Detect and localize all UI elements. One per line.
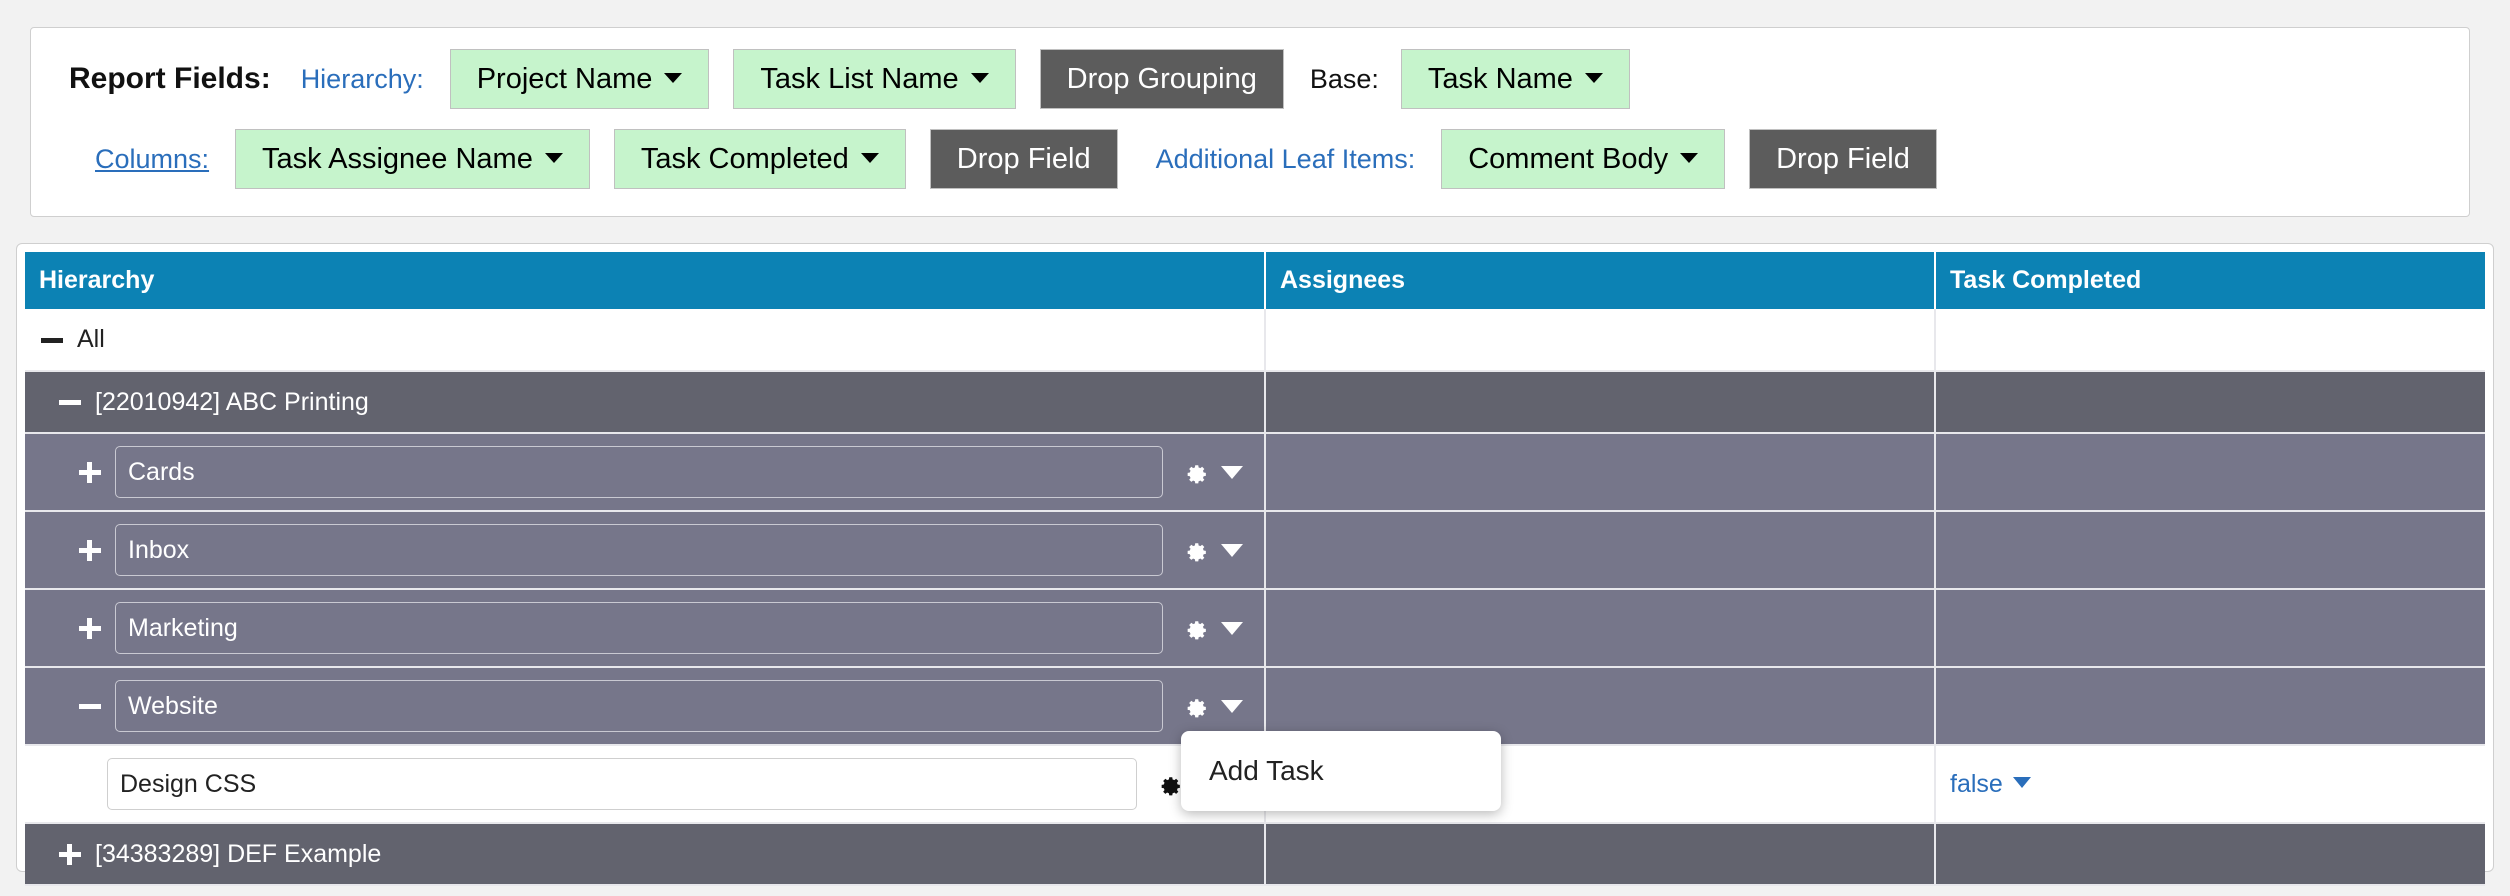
gear-icon xyxy=(1181,536,1209,564)
chevron-down-icon xyxy=(1221,700,1243,713)
chevron-down-icon xyxy=(1221,544,1243,557)
task-list-name-input-marketing[interactable] xyxy=(115,602,1163,654)
task-list-name-input-cards[interactable] xyxy=(115,446,1163,498)
task-completed-cell xyxy=(1935,823,2485,885)
task-completed-value: false xyxy=(1950,770,2003,798)
assignees-cell xyxy=(1265,511,1935,589)
task-completed-cell xyxy=(1935,433,2485,511)
table-row xyxy=(25,511,2485,589)
base-label: Base: xyxy=(1310,64,1379,95)
hierarchy-field-row: Report Fields: Hierarchy: Project Name T… xyxy=(31,36,2469,122)
hierarchy-pill-project-name[interactable]: Project Name xyxy=(450,49,710,109)
row-settings-menu-cards[interactable] xyxy=(1181,458,1243,486)
hierarchy-cell: [22010942] ABC Printing xyxy=(25,371,1265,433)
pill-label: Task Assignee Name xyxy=(262,143,533,175)
gear-icon xyxy=(1181,458,1209,486)
pill-label: Task List Name xyxy=(760,63,958,95)
assignees-cell xyxy=(1265,371,1935,433)
table-row: [22010942] ABC Printing xyxy=(25,371,2485,433)
expand-plus-icon[interactable] xyxy=(77,615,103,641)
column-header-task-completed[interactable]: Task Completed xyxy=(1935,252,2485,309)
hierarchy-cell xyxy=(25,745,1265,823)
report-fields-panel: Report Fields: Hierarchy: Project Name T… xyxy=(30,27,2470,217)
task-list-name-input-website[interactable] xyxy=(115,680,1163,732)
node-label-all: All xyxy=(77,325,105,354)
chevron-down-icon xyxy=(664,73,682,83)
columns-field-row: Columns: Task Assignee Name Task Complet… xyxy=(31,116,2469,202)
hierarchy-cell xyxy=(25,433,1265,511)
task-completed-cell xyxy=(1935,589,2485,667)
hierarchy-cell xyxy=(25,589,1265,667)
chevron-down-icon xyxy=(1680,153,1698,163)
pill-label: Task Completed xyxy=(641,143,849,175)
table-row xyxy=(25,433,2485,511)
task-completed-cell xyxy=(1935,371,2485,433)
column-pill-task-assignee-name[interactable]: Task Assignee Name xyxy=(235,129,590,189)
hierarchy-cell: All xyxy=(25,309,1265,371)
leaf-pill-comment-body[interactable]: Comment Body xyxy=(1441,129,1725,189)
hierarchy-cell xyxy=(25,511,1265,589)
pill-label: Project Name xyxy=(477,63,653,95)
column-header-assignees[interactable]: Assignees xyxy=(1265,252,1935,309)
node-label-project: [34383289] DEF Example xyxy=(95,840,381,869)
chevron-down-icon xyxy=(861,153,879,163)
page-title: Report Fields: xyxy=(69,62,271,96)
collapse-minus-icon[interactable] xyxy=(39,327,65,353)
collapse-minus-icon[interactable] xyxy=(77,693,103,719)
node-label-project: [22010942] ABC Printing xyxy=(95,388,369,417)
table-row: All xyxy=(25,309,2485,371)
assignees-cell xyxy=(1265,433,1935,511)
base-pill-task-name[interactable]: Task Name xyxy=(1401,49,1630,109)
drop-field-button-columns[interactable]: Drop Field xyxy=(930,129,1118,189)
expand-plus-icon[interactable] xyxy=(77,537,103,563)
column-header-hierarchy[interactable]: Hierarchy xyxy=(25,252,1265,309)
gear-icon xyxy=(1155,770,1183,798)
chevron-down-icon xyxy=(1221,466,1243,479)
row-settings-menu-website[interactable] xyxy=(1181,692,1243,720)
gear-icon xyxy=(1181,614,1209,642)
row-settings-menu-design-css[interactable] xyxy=(1155,770,1183,798)
expand-plus-icon[interactable] xyxy=(57,841,83,867)
collapse-minus-icon[interactable] xyxy=(57,389,83,415)
chevron-down-icon xyxy=(2013,777,2031,788)
task-list-name-input-inbox[interactable] xyxy=(115,524,1163,576)
assignees-cell xyxy=(1265,589,1935,667)
row-settings-menu-inbox[interactable] xyxy=(1181,536,1243,564)
row-settings-menu-marketing[interactable] xyxy=(1181,614,1243,642)
task-completed-cell xyxy=(1935,309,2485,371)
task-completed-value-dropdown[interactable]: false xyxy=(1950,770,2031,799)
hierarchy-cell xyxy=(25,667,1265,745)
grid-header-row: Hierarchy Assignees Task Completed xyxy=(25,252,2485,309)
additional-leaf-items-label[interactable]: Additional Leaf Items: xyxy=(1156,144,1416,175)
task-completed-cell xyxy=(1935,667,2485,745)
chevron-down-icon xyxy=(1585,73,1603,83)
row-context-menu: Add Task xyxy=(1181,731,1501,811)
gear-icon xyxy=(1181,692,1209,720)
task-name-input-design-css[interactable] xyxy=(107,758,1137,810)
assignees-cell xyxy=(1265,309,1935,371)
chevron-down-icon xyxy=(1221,622,1243,635)
columns-label[interactable]: Columns: xyxy=(95,144,209,175)
task-completed-cell: false xyxy=(1935,745,2485,823)
pill-label: Comment Body xyxy=(1468,143,1668,175)
menu-item-add-task[interactable]: Add Task xyxy=(1181,747,1501,795)
drop-grouping-button[interactable]: Drop Grouping xyxy=(1040,49,1284,109)
hierarchy-cell: [34383289] DEF Example xyxy=(25,823,1265,885)
drop-field-button-leaf[interactable]: Drop Field xyxy=(1749,129,1937,189)
expand-plus-icon[interactable] xyxy=(77,459,103,485)
table-row: [34383289] DEF Example xyxy=(25,823,2485,885)
hierarchy-pill-task-list-name[interactable]: Task List Name xyxy=(733,49,1015,109)
task-completed-cell xyxy=(1935,511,2485,589)
column-pill-task-completed[interactable]: Task Completed xyxy=(614,129,906,189)
assignees-cell xyxy=(1265,823,1935,885)
hierarchy-label[interactable]: Hierarchy: xyxy=(301,64,424,95)
chevron-down-icon xyxy=(545,153,563,163)
pill-label: Task Name xyxy=(1428,63,1573,95)
chevron-down-icon xyxy=(971,73,989,83)
table-row xyxy=(25,589,2485,667)
